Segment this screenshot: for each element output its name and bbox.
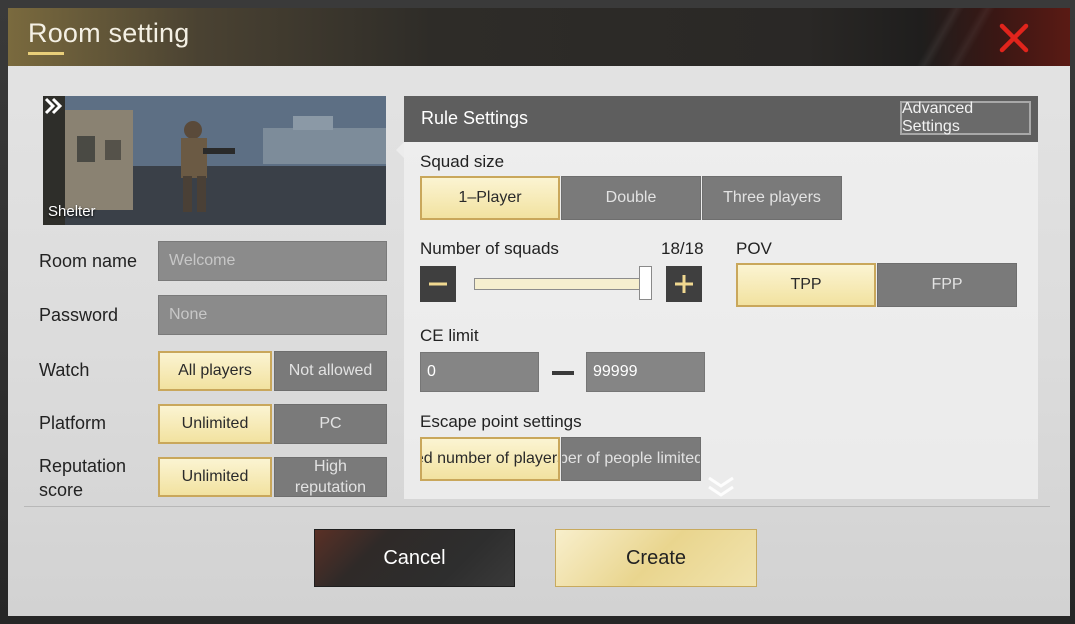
squad-size-label: Squad size [420,152,505,171]
close-icon[interactable] [988,16,1040,60]
rule-settings-panel: Rule Settings Advanced Settings Squad si… [396,96,1038,500]
squad-three-players-button[interactable]: Three players [702,176,842,220]
reputation-high-button[interactable]: High reputation [274,457,387,497]
squad-1-player-button[interactable]: 1–Player [420,176,560,220]
scroll-down-chevron-icon[interactable] [704,474,738,500]
map-preview-card[interactable]: Shelter [43,96,386,225]
watch-not-allowed-button[interactable]: Not allowed [274,351,387,391]
squads-slider-track[interactable] [474,278,652,290]
plus-icon [675,275,693,293]
squads-count: 18/18 [661,239,704,258]
reputation-label-line1: Reputation [39,456,127,476]
room-name-input[interactable]: Welcome [158,241,387,281]
room-setting-dialog: Room setting Shelter Room name Welcome P… [8,8,1070,616]
squads-slider-thumb[interactable] [639,266,652,300]
number-of-squads-label: Number of squads [420,239,559,258]
map-name: Shelter [48,203,96,220]
squad-double-button[interactable]: Double [561,176,701,220]
reputation-high-line1: High [314,458,347,475]
cancel-button[interactable]: Cancel [314,529,515,587]
platform-label: Platform [39,413,107,433]
ce-limit-label: CE limit [420,326,479,345]
minus-icon [429,282,447,286]
squads-increase-button[interactable] [666,266,702,302]
watch-label: Watch [39,360,90,380]
squads-decrease-button[interactable] [420,266,456,302]
create-button[interactable]: Create [555,529,757,587]
dialog-title: Room setting [28,18,190,48]
footer-divider [24,506,1050,507]
advanced-settings-button[interactable]: Advanced Settings [900,100,1031,135]
range-dash [552,371,574,375]
reputation-label-line2: score [39,480,84,500]
panel-pointer [396,142,404,158]
ce-limit-max-input[interactable]: 99999 [586,352,705,392]
escape-people-limited-button[interactable]: ber of people limited [561,437,701,481]
rule-settings-title: Rule Settings [421,108,529,128]
password-input[interactable]: None [158,295,387,335]
room-name-label: Room name [39,251,138,271]
pov-tpp-button[interactable]: TPP [736,263,876,307]
password-label: Password [39,305,119,325]
reputation-label: Reputation score [39,454,126,502]
platform-pc-button[interactable]: PC [274,404,387,444]
escape-limited-players-button[interactable]: ed number of players [420,437,560,481]
rule-settings-header: Rule Settings Advanced Settings [404,96,1038,142]
reputation-high-line2: reputation [294,479,367,496]
platform-unlimited-button[interactable]: Unlimited [158,404,272,444]
title-accent [28,52,64,55]
pov-fpp-button[interactable]: FPP [877,263,1017,307]
double-chevron-right-icon[interactable] [43,96,63,116]
ce-limit-min-input[interactable]: 0 [420,352,539,392]
reputation-unlimited-button[interactable]: Unlimited [158,457,272,497]
watch-all-players-button[interactable]: All players [158,351,272,391]
pov-label: POV [736,239,772,258]
title-bar: Room setting [8,8,1070,66]
escape-point-label: Escape point settings [420,412,582,431]
